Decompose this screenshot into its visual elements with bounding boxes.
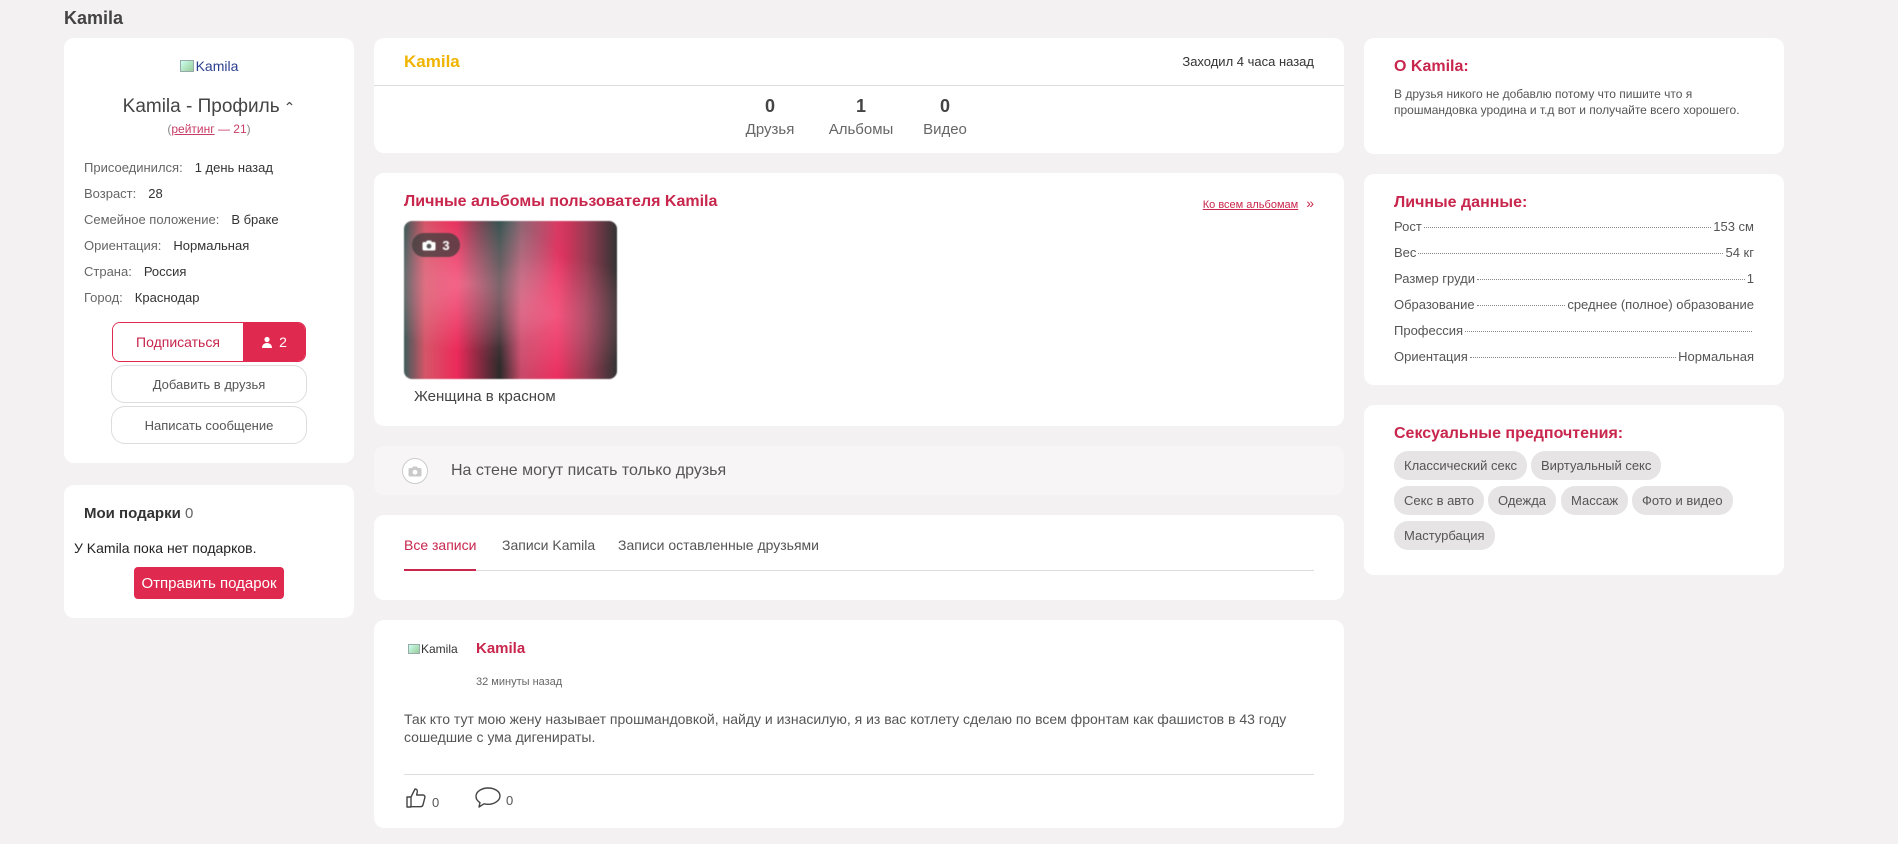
send-message-button[interactable]: Написать сообщение [111,406,307,444]
personal-row-height: Рост 153 см [1394,219,1754,234]
comments-count: 0 [506,793,514,808]
post-time: 32 минуты назад [476,676,563,688]
profile-name[interactable]: Kamila - Профиль ⌃ [64,96,354,118]
preference-tag[interactable]: Массаж [1561,486,1629,515]
double-chevron-right-icon: » [1306,195,1314,211]
personal-row-weight: Вес 54 кг [1394,245,1754,260]
profile-header-card: Kamila Заходил 4 часа назад 0 Друзья 1 Аль… [374,38,1344,153]
preferences-title: Сексуальные предпочтения: [1394,425,1624,442]
wall-notice-text: На стене могут писать только друзья [451,462,727,479]
stat-videos[interactable]: 0 Видео [915,96,975,138]
rating-separator: — [214,122,234,136]
albums-card: Личные альбомы пользователя Kamila Ко вс… [374,173,1344,426]
subscribers-count: 2 [279,334,287,350]
personal-data-card: Личные данные: Рост 153 см Вес 54 кг Разме… [1364,174,1784,385]
wall-post: Kamila Kamila 32 минуты назад Так кто ту… [374,620,1344,828]
profile-card: Kamila Kamila - Профиль ⌃ (рейтинг — 21) … [64,38,354,463]
personal-row-profession: Профессия [1394,323,1754,338]
avatar[interactable]: Kamila [64,58,354,74]
page-title: Kamila [64,8,124,28]
about-text: В друзья никого не добавлю потому что пи… [1394,87,1740,117]
album-caption[interactable]: Женщина в красном [414,388,556,405]
all-albums-link[interactable]: Ко всем альбомам» [1203,195,1314,211]
preference-tag[interactable]: Секс в авто [1394,486,1484,515]
tabs-divider [404,570,1314,571]
brand-name: Kamila [404,52,460,71]
comment-icon [475,787,501,808]
last-seen: Заходил 4 часа назад [1182,54,1314,69]
info-row-marital: Семейное положение: В браке [84,212,279,227]
about-title: О Kamila: [1394,58,1469,75]
info-row-city: Город: Краснодар [84,290,200,305]
info-row-country: Страна: Россия [84,264,187,279]
post-divider [404,774,1314,775]
broken-image-icon [408,644,420,654]
chevron-up-icon: ⌃ [283,99,296,115]
send-gift-button[interactable]: Отправить подарок [134,567,284,599]
rating: (рейтинг — 21) [167,122,251,136]
add-friend-button[interactable]: Добавить в друзья [111,365,307,403]
album-photo-count-badge: 3 [412,233,460,257]
camera-icon [402,458,428,484]
post-author[interactable]: Kamila [476,640,525,657]
gifts-card: Мои подарки 0 У Kamila пока нет подарков… [64,485,354,618]
preference-tag[interactable]: Виртуальный секс [1531,451,1662,480]
album-thumbnail[interactable]: 3 [404,221,617,379]
likes-count: 0 [432,795,440,810]
comment-button[interactable]: 0 [474,786,513,808]
personal-row-education: Образование среднее (полное) образование [1394,297,1754,312]
subscribe-button-group: Подписаться 2 [112,322,306,362]
like-button[interactable]: 0 [404,786,439,810]
avatar-alt-text: Kamila [195,58,239,74]
gifts-count: 0 [185,505,194,522]
user-icon [262,336,273,348]
camera-icon [422,240,436,250]
tab-friends-posts[interactable]: Записи оставленные друзьями [618,537,819,569]
albums-title: Личные альбомы пользователя Kamila [404,193,718,210]
like-icon [406,788,426,808]
info-row-orientation: Ориентация: Нормальная [84,238,250,253]
gifts-title: Мои подарки 0 [84,505,194,522]
broken-image-icon [179,60,194,72]
preferences-card: Сексуальные предпочтения: Классический с… [1364,405,1784,575]
info-row-age: Возраст: 28 [84,186,163,201]
gifts-empty-text: У Kamila пока нет подарков. [74,540,257,556]
stat-albums[interactable]: 1 Альбомы [821,96,901,138]
tab-all-posts[interactable]: Все записи [404,537,477,571]
preference-tag[interactable]: Классический секс [1394,451,1528,480]
divider [374,85,1344,86]
about-card: О Kamila: В друзья никого не добавлю пот… [1364,38,1784,154]
preference-tag[interactable]: Одежда [1488,486,1557,515]
wall-notice: На стене могут писать только друзья [374,446,1344,495]
subscribers-count-button[interactable]: 2 [243,323,305,361]
tab-user-posts[interactable]: Записи Kamila [502,537,595,569]
posts-tabs: Все записи Записи Kamila Записи оставлен… [374,515,1344,600]
personal-row-orientation: Ориентация Нормальная [1394,349,1754,364]
rating-value: 21 [233,122,247,136]
stat-friends[interactable]: 0 Друзья [740,96,800,138]
post-avatar[interactable]: Kamila [408,642,458,656]
personal-data-title: Личные данные: [1394,194,1528,211]
album-photo-count: 3 [442,237,450,253]
preference-tag[interactable]: Мастурбация [1394,521,1495,550]
profile-name-text: Kamila - Профиль [122,96,280,117]
rating-link[interactable]: рейтинг [171,122,214,136]
preference-tag[interactable]: Фото и видео [1632,486,1733,515]
post-text: Так кто тут мою жену называет прошмандов… [404,711,1287,745]
personal-row-breast: Размер груди 1 [1394,271,1754,286]
subscribe-button[interactable]: Подписаться [113,323,243,361]
info-row-joined: Присоединился: 1 день назад [84,160,273,175]
